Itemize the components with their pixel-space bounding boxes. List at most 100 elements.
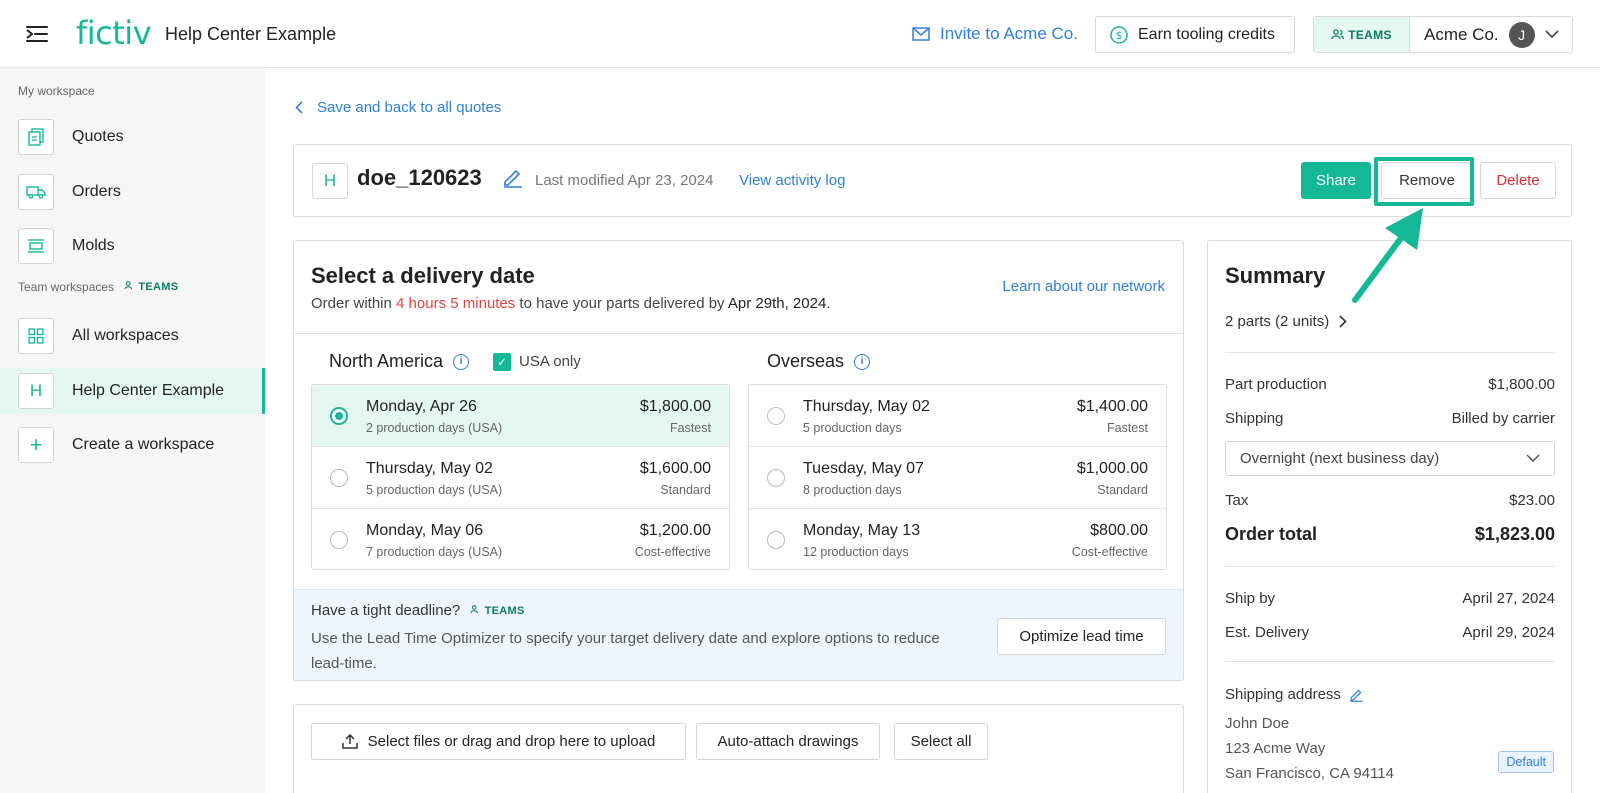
overseas-heading: Overseas i (767, 351, 871, 372)
sidebar-item-molds[interactable]: Molds (0, 223, 265, 269)
delivery-date: Apr 29th, 2024 (727, 295, 827, 312)
tax-row: Tax $23.00 (1225, 492, 1555, 509)
delivery-option[interactable]: Thursday, May 02 5 production days (USA)… (312, 447, 729, 509)
avatar: J (1508, 21, 1535, 48)
shipping-row: Shipping Billed by carrier (1225, 410, 1555, 427)
menu-icon[interactable] (26, 24, 50, 44)
sidebar-item-all-workspaces[interactable]: All workspaces (0, 313, 265, 359)
delivery-card: Select a delivery date Order within 4 ho… (293, 240, 1184, 681)
address-line: 123 Acme Way (1225, 740, 1326, 757)
top-bar: fictiv Help Center Example Invite to Acm… (0, 0, 1600, 68)
last-modified: Last modified Apr 23, 2024 (535, 172, 714, 189)
radio[interactable] (330, 531, 348, 549)
deadline-text: Use the Lead Time Optimizer to specify y… (311, 630, 940, 672)
delivery-option[interactable]: Thursday, May 02 5 production days $1,40… (749, 385, 1166, 447)
delete-button[interactable]: Delete (1480, 162, 1556, 199)
upload-card: Select files or drag and drop here to up… (293, 704, 1184, 793)
delivery-subtitle: Order within 4 hours 5 minutes to have y… (311, 295, 831, 312)
grid-icon (18, 318, 54, 354)
dollar-circle-icon: $ (1110, 25, 1128, 44)
chevron-down-icon (1526, 454, 1540, 463)
radio[interactable] (767, 469, 785, 487)
upload-icon (341, 734, 358, 749)
radio[interactable] (330, 469, 348, 487)
molds-icon (18, 228, 54, 264)
fictiv-logo[interactable]: fictiv (76, 14, 152, 52)
sidebar-item-quotes[interactable]: Quotes (0, 114, 265, 160)
part-production-row: Part production $1,800.00 (1225, 376, 1555, 393)
countdown: 4 hours 5 minutes (396, 295, 516, 312)
auto-attach-drawings-button[interactable]: Auto-attach drawings (696, 723, 880, 760)
summary-title: Summary (1225, 263, 1326, 288)
quote-workspace-icon: H (312, 163, 348, 199)
teams-badge: TEAMS (1314, 17, 1410, 52)
invite-label: Invite to Acme Co. (940, 24, 1078, 43)
delivery-option[interactable]: Monday, May 06 7 production days (USA) $… (312, 509, 729, 569)
plus-icon: + (18, 427, 54, 463)
delivery-option[interactable]: Monday, Apr 26 2 production days (USA) $… (312, 385, 729, 447)
share-button[interactable]: Share (1301, 162, 1371, 199)
order-total-row: Order total $1,823.00 (1225, 524, 1555, 544)
sidebar-item-orders[interactable]: Orders (0, 169, 265, 215)
info-icon[interactable]: i (453, 353, 470, 370)
earn-credits-button[interactable]: $ Earn tooling credits (1095, 16, 1295, 53)
divider (1225, 566, 1555, 567)
address-line: John Doe (1225, 715, 1290, 732)
radio-selected[interactable] (330, 407, 348, 425)
teams-badge: TEAMS (470, 605, 524, 617)
delivery-title: Select a delivery date (311, 263, 535, 288)
optimize-lead-time-button[interactable]: Optimize lead time (997, 618, 1166, 655)
sidebar-item-create-workspace[interactable]: + Create a workspace (0, 422, 265, 468)
summary-card: Summary 2 parts (2 units) Part productio… (1207, 240, 1572, 793)
edit-name-button[interactable] (502, 166, 524, 192)
mail-icon (912, 27, 930, 41)
check-icon: ✓ (493, 352, 512, 371)
chevron-right-icon (1339, 315, 1347, 328)
ship-by-row: Ship by April 27, 2024 (1225, 590, 1555, 607)
delivery-option[interactable]: Tuesday, May 07 8 production days $1,000… (749, 447, 1166, 509)
sidebar-item-help-center-example[interactable]: H Help Center Example (0, 368, 265, 414)
divider (294, 333, 1183, 334)
annotation-arrow (1352, 208, 1423, 303)
shipping-method-select[interactable]: Overnight (next business day) (1225, 441, 1555, 476)
invite-link[interactable]: Invite to Acme Co. (912, 24, 1078, 44)
usa-only-checkbox[interactable]: ✓ USA only (493, 352, 581, 371)
svg-text:$: $ (1116, 29, 1123, 42)
teams-badge: TEAMS (124, 281, 178, 293)
quotes-icon (18, 119, 54, 155)
default-badge: Default (1498, 751, 1554, 773)
view-activity-log-link[interactable]: View activity log (739, 172, 845, 189)
north-america-heading: North America i ✓ USA only (329, 351, 581, 371)
upload-files-button[interactable]: Select files or drag and drop here to up… (311, 723, 686, 760)
quote-name: doe_120623 (357, 165, 482, 190)
team-workspaces-label: Team workspaces TEAMS (18, 280, 179, 294)
people-icon (1331, 29, 1345, 40)
deadline-banner: Have a tight deadline? TEAMS Use the Lea… (294, 589, 1183, 680)
my-workspace-label: My workspace (18, 84, 95, 98)
info-icon[interactable]: i (854, 353, 871, 370)
people-icon (470, 604, 479, 613)
pencil-icon (504, 169, 522, 188)
learn-network-link[interactable]: Learn about our network (1002, 278, 1165, 295)
parts-link[interactable]: 2 parts (2 units) (1225, 313, 1347, 330)
account-switcher[interactable]: TEAMS Acme Co. J (1313, 16, 1573, 53)
delivery-option[interactable]: Monday, May 13 12 production days $800.0… (749, 509, 1166, 569)
north-america-options: Monday, Apr 26 2 production days (USA) $… (311, 384, 730, 570)
workspace-letter-icon: H (18, 373, 54, 409)
truck-icon (18, 174, 54, 210)
pencil-icon[interactable] (1349, 687, 1364, 702)
deadline-title: Have a tight deadline? TEAMS (311, 602, 525, 619)
remove-highlight-box (1374, 157, 1474, 206)
select-all-button[interactable]: Select all (894, 723, 988, 760)
back-to-quotes-link[interactable]: Save and back to all quotes (295, 99, 501, 116)
divider (1225, 352, 1555, 353)
account-name[interactable]: Acme Co. J (1410, 17, 1572, 52)
earn-label: Earn tooling credits (1138, 25, 1275, 43)
people-icon (124, 281, 133, 290)
divider (1225, 661, 1555, 662)
radio[interactable] (767, 407, 785, 425)
radio[interactable] (767, 531, 785, 549)
est-delivery-row: Est. Delivery April 29, 2024 (1225, 624, 1555, 641)
sidebar: My workspace Quotes Orders Molds Team wo… (0, 68, 265, 793)
shipping-address-title: Shipping address (1225, 686, 1364, 703)
